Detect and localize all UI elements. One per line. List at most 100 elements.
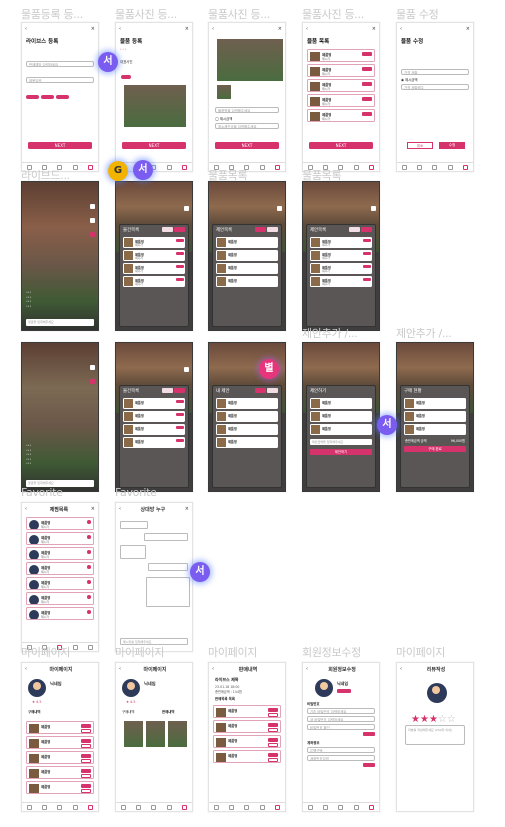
chat-icon[interactable] (166, 164, 172, 170)
tab-offer[interactable] (267, 227, 278, 232)
new-password-input[interactable]: 새 비밀번호 입력하세요 (307, 716, 375, 722)
back-icon[interactable]: ‹ (400, 26, 402, 32)
list-item[interactable]: 제품명 (26, 721, 94, 734)
back-icon[interactable]: ‹ (212, 666, 214, 672)
list-item[interactable]: 제품명 제시가 (307, 64, 375, 77)
close-icon[interactable] (90, 232, 95, 237)
min-price-input[interactable]: 가격 제출해주 (401, 84, 469, 90)
user-icon[interactable] (368, 804, 374, 810)
detail-input[interactable]: 제목입력 (26, 77, 94, 83)
back-icon[interactable]: ‹ (119, 26, 121, 32)
back-icon[interactable]: ‹ (306, 26, 308, 32)
close-icon[interactable]: × (91, 26, 95, 32)
list-item[interactable]: 제품명 제시가 (310, 237, 372, 248)
tab-purchase[interactable]: 구매내역 (28, 709, 40, 714)
thumbnail-photo[interactable] (217, 85, 231, 99)
list-item[interactable]: 제품명 (404, 398, 466, 409)
list-icon[interactable] (417, 164, 423, 170)
camera-icon[interactable] (371, 206, 376, 211)
close-icon[interactable]: × (185, 26, 189, 32)
account-input[interactable]: 계좌번호입력 (307, 755, 375, 761)
back-icon[interactable]: ‹ (400, 666, 402, 672)
list-item[interactable]: 제품명 (123, 411, 185, 422)
list-item[interactable]: 제품명 (123, 424, 185, 435)
list-item[interactable]: 제품명 제시가 (26, 547, 94, 560)
back-icon[interactable]: ‹ (25, 666, 27, 672)
home-icon[interactable] (402, 164, 408, 170)
list-item[interactable]: 제품명 (216, 250, 278, 261)
close-icon[interactable]: × (278, 26, 282, 32)
list-item[interactable]: 제품명 (216, 424, 278, 435)
tab-offer[interactable] (349, 227, 360, 232)
account-save-button[interactable] (363, 763, 375, 767)
chat-icon[interactable] (353, 804, 359, 810)
item-photo[interactable] (217, 39, 283, 81)
close-icon[interactable]: × (466, 26, 470, 32)
back-icon[interactable]: ‹ (212, 26, 214, 32)
back-icon[interactable]: ‹ (306, 666, 308, 672)
price-checkbox[interactable]: ◉ 제시금액 (401, 77, 469, 82)
list-item[interactable]: 제품명 (310, 424, 372, 435)
list-item[interactable]: 제품명 제시가 (26, 592, 94, 605)
tag-chip[interactable] (26, 95, 39, 99)
nickname-edit-button[interactable] (337, 689, 351, 693)
list-item[interactable]: 제품명 제시가 (307, 49, 375, 62)
list-item[interactable]: 제품명 (213, 720, 281, 733)
next-button[interactable]: NEXT (309, 142, 373, 149)
list-item[interactable]: 제품명 제시가 (123, 250, 185, 261)
tag-chip[interactable] (41, 95, 54, 99)
tab-mine[interactable] (255, 388, 266, 393)
list-item[interactable]: 제품명 제시가 (307, 94, 375, 107)
list-item[interactable]: 제품명 제시가 (123, 237, 185, 248)
price-checkbox[interactable]: ◯ 제시금액 (215, 116, 279, 121)
list-item[interactable]: 제품명 (216, 276, 278, 287)
chat-icon[interactable] (447, 164, 453, 170)
list-item[interactable]: 제품명 제시가 (123, 263, 185, 274)
review-input[interactable]: 리뷰를 작성해주세요 (200자 이내) (405, 725, 465, 745)
min-price-input[interactable]: 최소제안금을 입력해주세요 (215, 123, 279, 129)
tab-sales[interactable]: 판매내역 (162, 709, 174, 714)
list-item[interactable]: 제품명 (216, 411, 278, 422)
list-item[interactable]: 제품명 (216, 263, 278, 274)
list-item[interactable]: 제품명 (123, 398, 185, 409)
back-icon[interactable]: ‹ (119, 506, 121, 512)
back-icon[interactable]: ‹ (119, 666, 121, 672)
home-icon[interactable] (121, 804, 127, 810)
close-icon[interactable]: × (91, 506, 95, 512)
list-item[interactable]: 제품명 (26, 781, 94, 794)
sound-icon[interactable] (90, 365, 95, 370)
list-item[interactable]: 제품명 제시가 (26, 532, 94, 545)
chat-icon[interactable] (166, 804, 172, 810)
tag-chip[interactable] (56, 95, 69, 99)
tab-purchase[interactable]: 구매내역 (122, 709, 134, 714)
comment-input[interactable]: 댓글을 입력해주세요 (26, 319, 94, 326)
tab-all[interactable] (267, 388, 278, 393)
list-item[interactable]: 제품명 제시가 (307, 109, 375, 122)
user-icon[interactable] (87, 804, 93, 810)
home-icon[interactable] (27, 804, 33, 810)
tab-offer[interactable] (162, 388, 173, 393)
chat-icon[interactable] (72, 804, 78, 810)
list-item[interactable]: 제품명 (216, 437, 278, 448)
close-icon[interactable] (90, 379, 95, 384)
next-button[interactable]: NEXT (122, 142, 186, 149)
list-item[interactable]: 제품명 (310, 398, 372, 409)
list-item[interactable]: 제품명 (26, 751, 94, 764)
tag-chip[interactable] (121, 75, 131, 79)
back-icon[interactable]: ‹ (25, 506, 27, 512)
list-item[interactable]: 제품명 제시가 (307, 79, 375, 92)
list-item[interactable]: 제품명 제시가 (26, 562, 94, 575)
camera-icon[interactable] (184, 367, 189, 372)
home-icon[interactable] (214, 804, 220, 810)
list-item[interactable]: 제품명 제시가 (310, 263, 372, 274)
close-icon[interactable]: × (185, 506, 189, 512)
price-input[interactable]: 가격 제출 (401, 69, 469, 75)
tab-list[interactable] (174, 388, 185, 393)
chat-icon[interactable] (259, 804, 265, 810)
sale-photo[interactable] (124, 721, 143, 747)
next-button[interactable]: NEXT (28, 142, 92, 149)
list-item[interactable]: 제품명 (123, 437, 185, 448)
current-password-input[interactable]: 기존 비밀번호 입력하세요 (307, 708, 375, 714)
star-rating[interactable]: ★★★☆☆ (411, 707, 456, 726)
list-icon[interactable] (323, 804, 329, 810)
